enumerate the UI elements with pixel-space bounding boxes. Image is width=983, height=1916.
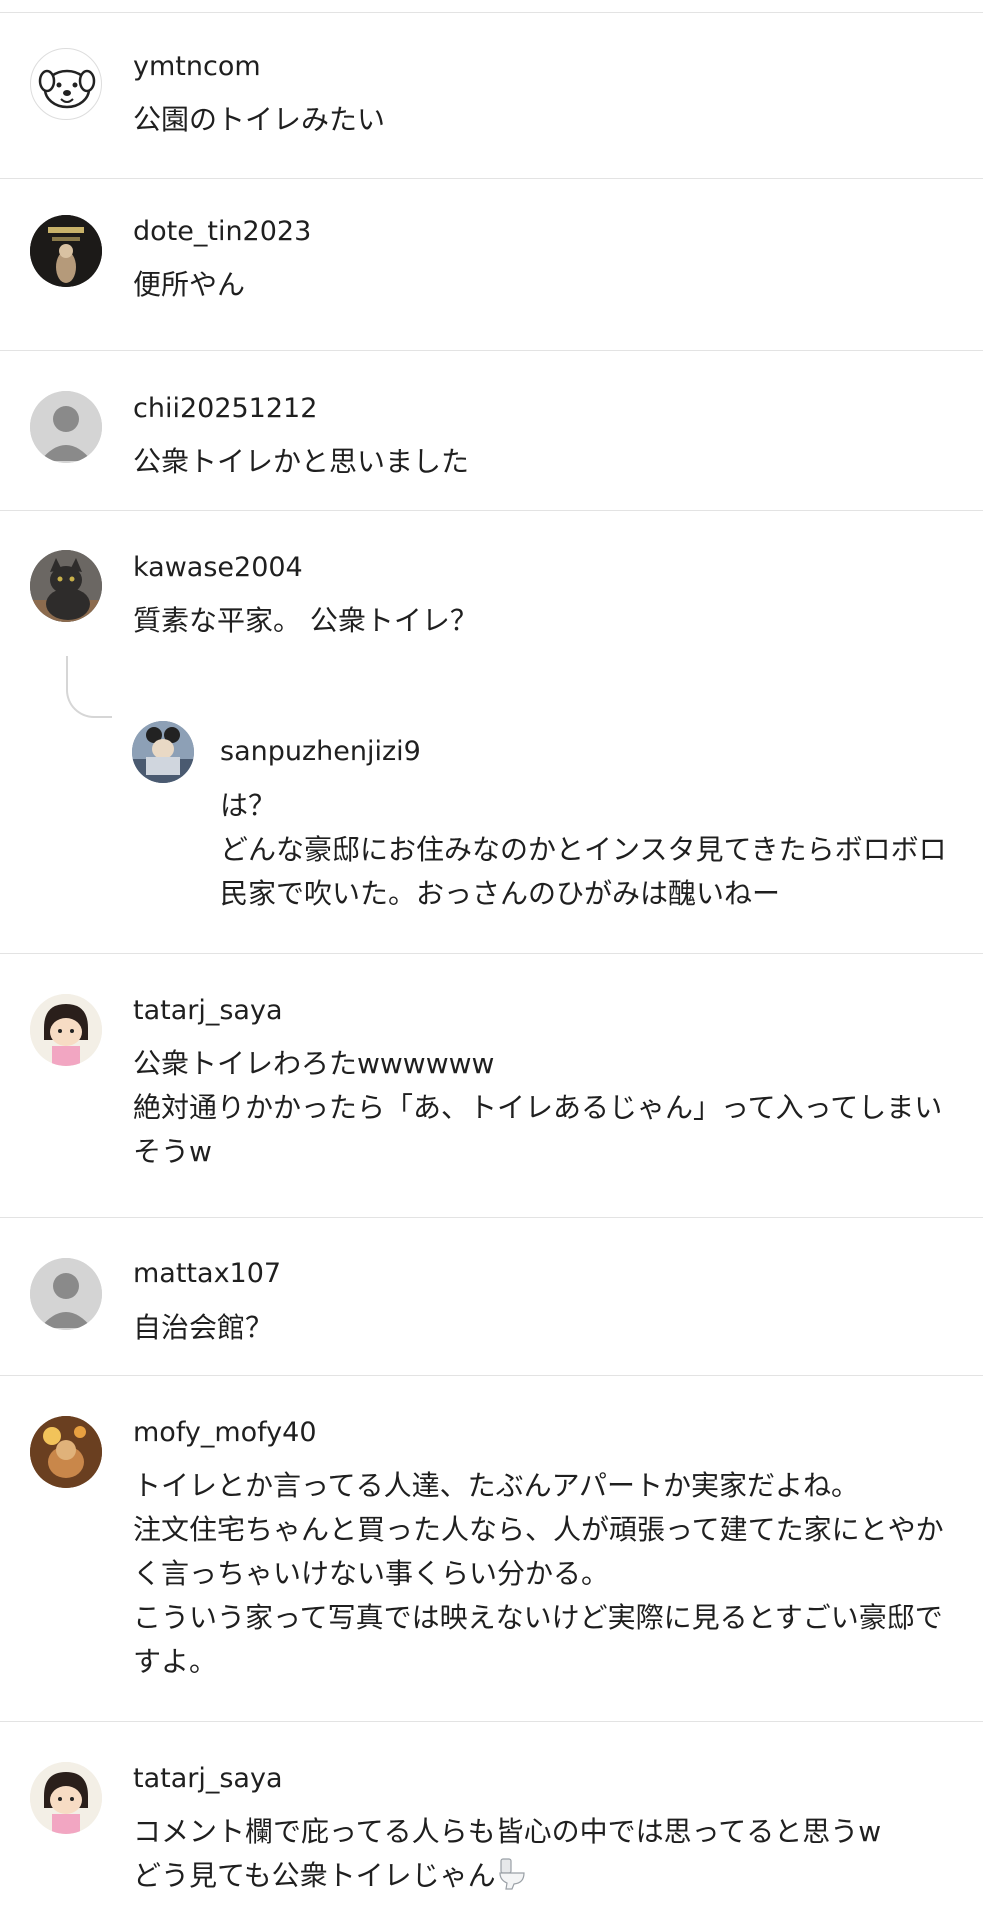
photo-icon bbox=[30, 215, 102, 287]
comment-username[interactable]: tatarj_saya bbox=[133, 994, 283, 1028]
comment-thread: tatarj_saya 公衆トイレわろたwwwwww 絶対通りかかったら「あ、ト… bbox=[0, 954, 983, 1218]
toilet-icon bbox=[498, 1857, 528, 1891]
comment-thread: kawase2004 質素な平家。 公衆トイレ？ sanpuzhenjizi9 … bbox=[0, 511, 983, 954]
comment-thread: tatarj_saya コメント欄で庇ってる人らも皆心の中では思ってると思うw … bbox=[0, 1722, 983, 1916]
reply-text: は？ どんな豪邸にお住みなのかとインスタ見てきたらボロボロ民家で吹いた。おっさん… bbox=[220, 789, 947, 910]
comment-username[interactable]: ymtncom bbox=[133, 50, 261, 84]
comment-thread: ymtncom 公園のトイレみたい bbox=[0, 12, 983, 179]
dog-cartoon-avatar[interactable] bbox=[30, 48, 102, 120]
person-icon bbox=[30, 391, 102, 463]
dog-icon bbox=[38, 69, 96, 109]
comment-username[interactable]: mattax107 bbox=[133, 1257, 281, 1291]
comment-username[interactable]: mofy_mofy40 bbox=[133, 1416, 317, 1450]
comment-username[interactable]: dote_tin2023 bbox=[133, 215, 311, 249]
character-icon bbox=[132, 721, 194, 783]
comment-text: トイレとか言ってる人達、たぶんアパートか実家だよね。 注文住宅ちゃんと買った人な… bbox=[133, 1469, 944, 1678]
anime-character-icon bbox=[30, 1762, 102, 1834]
comment-thread: dote_tin2023 便所やん bbox=[0, 179, 983, 351]
comment-thread: chii20251212 公衆トイレかと思いました bbox=[0, 351, 983, 511]
cat-icon bbox=[30, 550, 102, 622]
comment-text: 質素な平家。 公衆トイレ？ bbox=[133, 604, 478, 637]
photo-icon bbox=[30, 1416, 102, 1488]
default-person-avatar[interactable] bbox=[30, 391, 102, 463]
anime-girl-avatar[interactable] bbox=[30, 1762, 102, 1834]
comment-text: 公衆トイレかと思いました bbox=[133, 445, 470, 478]
comment-username[interactable]: chii20251212 bbox=[133, 392, 317, 426]
comment-text: コメント欄で庇ってる人らも皆心の中では思ってると思うw どう見ても公衆トイレじゃ… bbox=[133, 1810, 963, 1898]
dark-photo-avatar[interactable] bbox=[30, 215, 102, 287]
default-person-avatar[interactable] bbox=[30, 1258, 102, 1330]
comment-thread: mattax107 自治会館？ bbox=[0, 1218, 983, 1376]
reply-connector-line bbox=[66, 656, 112, 718]
comment-text: 便所やん bbox=[133, 268, 246, 301]
anime-character-icon bbox=[30, 994, 102, 1066]
comment-text: 自治会館？ bbox=[133, 1311, 274, 1344]
cat-photo-avatar[interactable] bbox=[30, 550, 102, 622]
comment-text: 公衆トイレわろたwwwwww 絶対通りかかったら「あ、トイレあるじゃん」って入っ… bbox=[133, 1047, 943, 1168]
comment-username[interactable]: kawase2004 bbox=[133, 551, 303, 585]
warm-photo-avatar[interactable] bbox=[30, 1416, 102, 1488]
comment-username[interactable]: tatarj_saya bbox=[133, 1762, 283, 1796]
comment-text: 公園のトイレみたい bbox=[133, 103, 386, 136]
anime-girl-avatar[interactable] bbox=[30, 994, 102, 1066]
character-photo-avatar[interactable] bbox=[132, 721, 194, 783]
comment-thread: mofy_mofy40 トイレとか言ってる人達、たぶんアパートか実家だよね。 注… bbox=[0, 1376, 983, 1722]
reply-username[interactable]: sanpuzhenjizi9 bbox=[220, 735, 421, 769]
person-icon bbox=[30, 1258, 102, 1330]
